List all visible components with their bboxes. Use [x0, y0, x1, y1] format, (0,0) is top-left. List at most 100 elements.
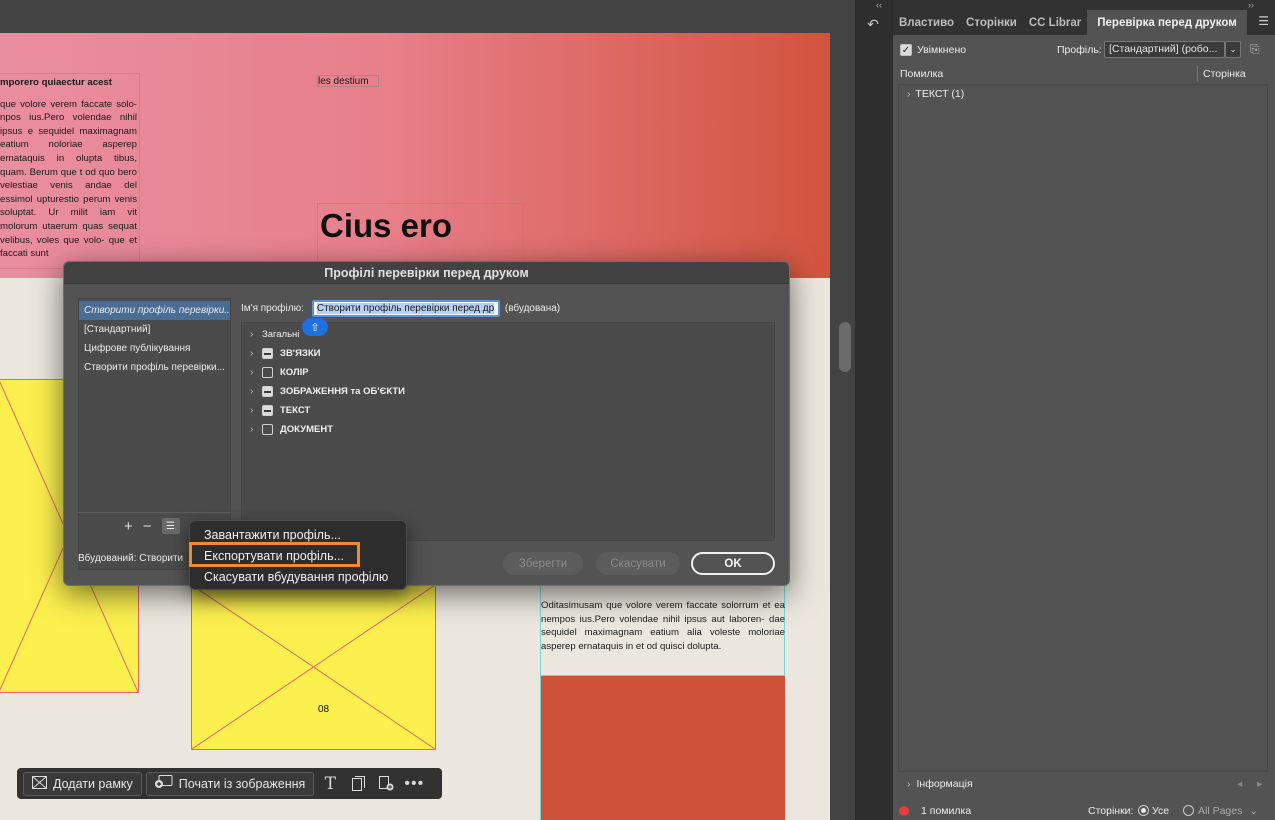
tree-row-label: ДОКУМЕНТ [280, 424, 334, 435]
info-label: Інформація [916, 778, 973, 790]
preflight-enable-row: ✓ Увімкнено Профіль: [Стандартний] (робо… [893, 39, 1275, 61]
tree-row-label: ТЕКСТ [280, 405, 311, 416]
image-plus-icon [154, 775, 173, 792]
tab-preflight[interactable]: Перевірка перед друком [1087, 10, 1247, 35]
enabled-checkbox[interactable]: ✓ [900, 44, 912, 56]
chevron-right-icon: › [250, 405, 254, 416]
profile-list-item[interactable]: Цифрове публікування [79, 339, 230, 358]
pages-range-radio[interactable] [1183, 805, 1194, 816]
error-group-text[interactable]: › ТЕКСТ (1) [907, 88, 964, 100]
frame-icon [32, 775, 47, 792]
profile-name-input[interactable]: Створити профіль перевірки перед др [311, 299, 500, 317]
shift-key-icon: ⇧ [302, 318, 328, 336]
left-text-frame[interactable]: mporero quiaectur acest que volore verem… [0, 73, 140, 269]
preflight-status-bar: 1 помилка Сторінки: Усе All Pages ⌄ [893, 801, 1275, 820]
panel-menu-icon[interactable]: ☰ [1258, 14, 1269, 28]
info-section[interactable]: › Інформація ◂ ▸ [893, 775, 1275, 793]
pages-all-radio[interactable] [1138, 805, 1149, 816]
page-number: 08 [318, 704, 330, 715]
tree-checkbox[interactable] [262, 367, 273, 378]
red-color-block[interactable] [541, 675, 785, 820]
chevron-down-icon: ⌄ [1249, 804, 1259, 817]
tree-row-label: Загальні [262, 329, 300, 340]
left-text-body: que volore verem faccate solo- npos ius.… [0, 98, 137, 260]
image-placeholder-middle[interactable] [191, 584, 436, 750]
profile-select[interactable]: [Стандартний] (робо... [1104, 41, 1225, 58]
undo-history-icon[interactable]: ↶ [856, 8, 890, 40]
scroll-right-arrow-icon[interactable]: ▸ [1257, 778, 1262, 790]
pages-label: Сторінки: [1088, 804, 1134, 817]
tree-row-text[interactable]: › ТЕКСТ [250, 401, 310, 420]
tree-row-color[interactable]: › КОЛІР [250, 363, 309, 382]
chevron-right-icon: › [907, 88, 911, 100]
tree-row-document[interactable]: › ДОКУМЕНТ [250, 420, 333, 439]
dialog-title: Профілі перевірки перед друком [64, 262, 789, 284]
pages-icon[interactable] [346, 772, 370, 796]
start-from-image-label: Почати із зображення [178, 776, 306, 791]
tab-pages[interactable]: Сторінки [960, 10, 1023, 35]
page-column-header: Сторінка [1203, 67, 1246, 80]
error-count: 1 помилка [921, 804, 972, 817]
placeholder-cross-icon [192, 585, 435, 749]
tab-cc-libraries[interactable]: CC Librar [1023, 10, 1087, 35]
panel-top-bar [893, 0, 1275, 10]
tree-row-label: КОЛІР [280, 367, 309, 378]
preflight-options-icon[interactable]: ⎘ [1250, 42, 1260, 57]
collapse-panel-arrows-icon[interactable]: ›› [1248, 0, 1254, 10]
panel-dock-strip [855, 0, 892, 820]
profile-list-item[interactable]: Створити профіль перевірки... [79, 358, 230, 377]
canvas-top-area [0, 0, 855, 26]
profile-name-row: Ім'я профілю: Створити профіль перевірки… [241, 299, 560, 317]
error-status-dot [899, 805, 909, 816]
more-options-icon[interactable]: ••• [402, 772, 426, 796]
cancel-button[interactable]: Скасувати [596, 552, 680, 575]
right-text-frame[interactable]: Oditasimusam que volore verem faccate so… [541, 599, 785, 659]
add-profile-icon[interactable]: + [124, 518, 133, 535]
tree-checkbox[interactable] [262, 405, 273, 416]
scroll-left-arrow-icon[interactable]: ◂ [1237, 778, 1242, 790]
pages-all-label: Усе [1152, 804, 1170, 817]
ok-button[interactable]: OK [691, 552, 775, 575]
add-frame-button[interactable]: Додати рамку [23, 771, 142, 796]
chevron-right-icon: › [250, 386, 254, 397]
menu-item-unembed-profile[interactable]: Скасувати вбудування профілю [204, 570, 388, 584]
enabled-label: Увімкнено [917, 44, 967, 56]
tree-checkbox[interactable] [262, 348, 273, 359]
start-from-image-button[interactable]: Почати із зображення [145, 771, 315, 796]
vertical-scroll-thumb[interactable] [839, 322, 851, 372]
tab-properties[interactable]: Властиво [893, 10, 960, 35]
panel-tabs: Властиво Сторінки CC Librar Перевірка пе… [893, 10, 1275, 35]
contextual-task-bar: Додати рамку Почати із зображення T ••• [17, 768, 442, 799]
preflight-options-tree[interactable]: › Загальні › ЗВ'ЯЗКИ › КОЛІР › ЗОБРАЖЕНН… [241, 322, 775, 541]
export-highlight-box [189, 542, 360, 567]
tree-row-label: ЗОБРАЖЕННЯ та ОБ'ЄКТИ [280, 386, 405, 397]
save-button[interactable]: Зберегти [503, 552, 583, 575]
profile-name-label: Ім'я профілю: [241, 302, 304, 314]
chevron-right-icon: › [250, 348, 254, 359]
tree-row-links[interactable]: › ЗВ'ЯЗКИ [250, 344, 320, 363]
profile-list-item[interactable]: Створити профіль перевірки... [79, 301, 230, 320]
add-frame-label: Додати рамку [53, 776, 133, 791]
tree-row-general[interactable]: › Загальні [250, 325, 299, 344]
pages-select-value: All Pages [1198, 804, 1243, 817]
vertical-scrollbar[interactable] [832, 0, 855, 820]
list-divider [78, 512, 231, 513]
pages-select[interactable]: All Pages ⌄ [1198, 805, 1258, 817]
profile-menu-icon[interactable]: ☰ [161, 518, 180, 534]
preflight-profiles-dialog: Профілі перевірки перед друком Створити … [63, 261, 790, 586]
chevron-right-icon: › [250, 424, 254, 435]
profile-list-item[interactable]: [Стандартний] [79, 320, 230, 339]
tree-checkbox[interactable] [262, 424, 273, 435]
add-page-icon[interactable] [374, 772, 398, 796]
text-tool-icon[interactable]: T [318, 772, 342, 796]
error-column-header: Помилка [900, 67, 944, 80]
tree-checkbox[interactable] [262, 386, 273, 397]
remove-profile-icon[interactable]: − [143, 518, 152, 535]
tree-row-images-objects[interactable]: › ЗОБРАЖЕННЯ та ОБ'ЄКТИ [250, 382, 405, 401]
profile-name-value: Створити профіль перевірки перед др [316, 302, 495, 314]
error-list[interactable]: › ТЕКСТ (1) [898, 84, 1268, 772]
embedded-suffix: (вбудована) [504, 302, 561, 314]
small-text-frame[interactable]: les destium [317, 75, 379, 87]
menu-item-load-profile[interactable]: Завантажити профіль... [204, 528, 341, 542]
chevron-down-icon[interactable]: ⌄ [1225, 41, 1241, 58]
